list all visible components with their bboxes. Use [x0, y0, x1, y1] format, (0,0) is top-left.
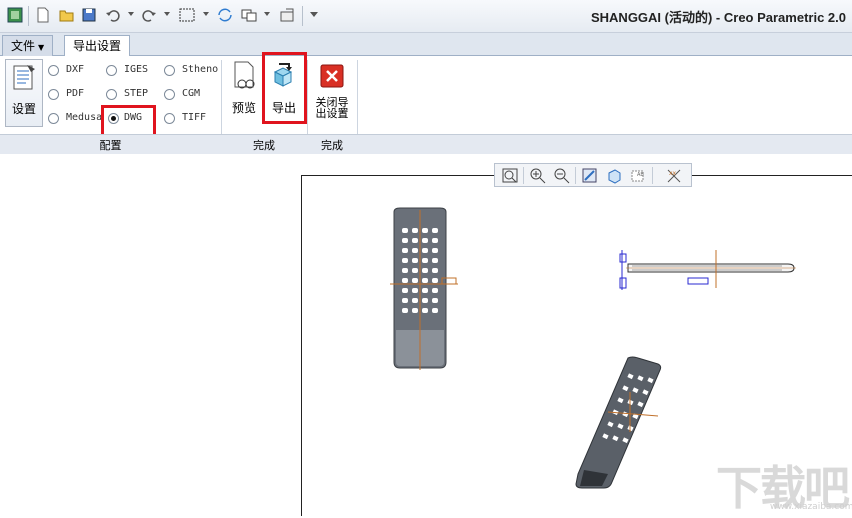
radio-tiff-label: TIFF	[182, 112, 207, 123]
radio-cgm-label: CGM	[182, 88, 201, 99]
radio-pdf-label: PDF	[66, 88, 85, 99]
close-button-label: 关闭导出设置	[315, 96, 349, 120]
regenerate-icon[interactable]	[216, 6, 234, 24]
radio-step-label: STEP	[124, 88, 149, 99]
preview-button[interactable]: 预览	[226, 60, 262, 124]
zoom-out-icon[interactable]	[553, 167, 571, 184]
display-style-icon[interactable]	[605, 167, 623, 184]
ribbon-group-labels: 配置 完成 完成	[0, 134, 852, 155]
preview-icon	[234, 61, 255, 89]
undo-dropdown-icon[interactable]	[128, 12, 134, 16]
redo-icon[interactable]	[140, 6, 158, 24]
radio-cgm[interactable]	[164, 89, 175, 100]
close-export-settings-button[interactable]: 关闭导出设置	[312, 64, 352, 128]
close-window-icon[interactable]	[278, 6, 296, 24]
radio-stheno[interactable]	[164, 65, 175, 76]
select-box-icon[interactable]	[178, 6, 196, 24]
settings-button-label: 设置	[11, 102, 36, 116]
tab-export-settings[interactable]: 导出设置	[64, 35, 131, 57]
svg-text:xx: xx	[669, 170, 677, 177]
radio-iges[interactable]	[106, 65, 117, 76]
customize-toolbar-icon[interactable]	[310, 12, 318, 17]
app-icon	[7, 7, 23, 23]
zoom-in-icon[interactable]	[529, 167, 547, 184]
zoom-fit-icon[interactable]	[501, 167, 519, 184]
radio-tiff[interactable]	[164, 113, 175, 124]
radio-step[interactable]	[106, 89, 117, 100]
toolbar-separator	[28, 6, 29, 26]
settings-icon	[13, 65, 35, 90]
tab-file[interactable]: 文件 ▼	[2, 35, 54, 56]
open-folder-icon[interactable]	[58, 6, 76, 24]
repaint-icon[interactable]	[581, 167, 599, 184]
new-file-icon[interactable]	[34, 6, 52, 24]
windows-dropdown-icon[interactable]	[264, 12, 270, 16]
svg-text:AB: AB	[637, 172, 644, 178]
toolbar-separator	[302, 6, 303, 26]
title-bar: SHANGGAI (活动的) - Creo Parametric 2.0	[0, 0, 852, 33]
view-toolbar-separator	[652, 167, 653, 184]
chevron-down-icon: ▼	[38, 43, 45, 52]
undo-icon[interactable]	[104, 6, 122, 24]
radio-dxf-label: DXF	[66, 64, 85, 75]
part-iso-view	[575, 356, 662, 489]
radio-medusa[interactable]	[48, 113, 59, 124]
saved-views-icon[interactable]: AB	[629, 167, 647, 184]
save-icon[interactable]	[80, 6, 98, 24]
view-toolbar: AB xx	[494, 163, 692, 187]
preview-button-label: 预览	[231, 101, 256, 115]
radio-dxf[interactable]	[48, 65, 59, 76]
windows-icon[interactable]	[240, 6, 258, 24]
ribbon: 设置 DXF IGES Stheno PDF STEP CGM Medusa D…	[0, 52, 852, 142]
part-front-view	[390, 207, 458, 370]
radio-medusa-label: Medusa	[66, 112, 103, 123]
radio-pdf[interactable]	[48, 89, 59, 100]
tab-file-label: 文件	[11, 39, 36, 53]
part-side-view	[619, 250, 796, 290]
select-dropdown-icon[interactable]	[203, 12, 209, 16]
watermark-url: www.xiazaiba.com	[770, 502, 852, 512]
view-toolbar-separator	[575, 167, 576, 184]
radio-iges-label: IGES	[124, 64, 149, 75]
redo-dropdown-icon[interactable]	[164, 12, 170, 16]
group-label-config: 配置	[99, 139, 122, 152]
close-icon	[320, 64, 344, 88]
group-label-finish: 完成	[253, 139, 275, 152]
ribbon-tab-row: 文件 ▼ 导出设置	[0, 33, 852, 57]
view-toolbar-separator	[523, 167, 524, 184]
datum-display-icon[interactable]: xx	[665, 167, 683, 184]
settings-button[interactable]: 设置	[5, 59, 43, 127]
radio-stheno-label: Stheno	[182, 64, 219, 75]
group-label-finish-2: 完成	[321, 139, 343, 152]
export-highlight-box	[262, 52, 307, 124]
window-title: SHANGGAI (活动的) - Creo Parametric 2.0	[590, 10, 846, 25]
